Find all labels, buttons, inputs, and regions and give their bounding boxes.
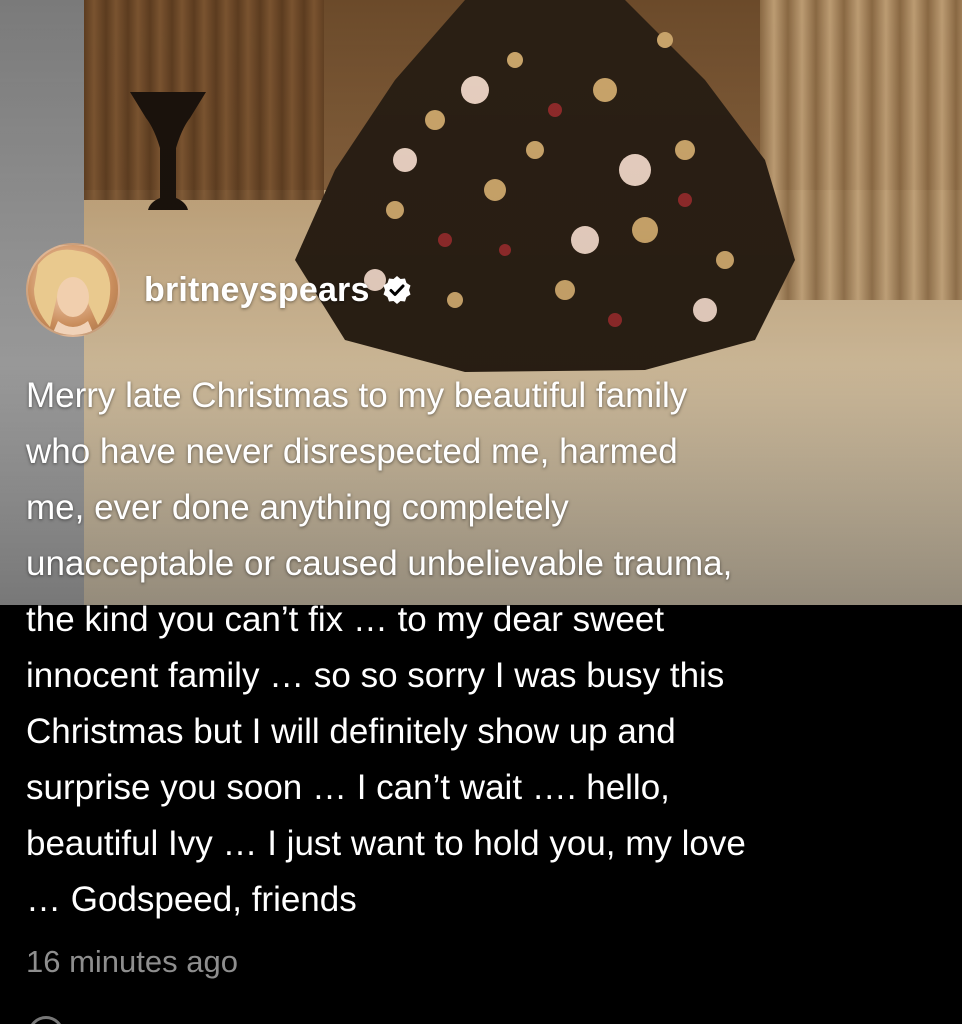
avatar[interactable]: [26, 243, 120, 337]
caption-line: innocent family … so so sorry I was busy…: [26, 656, 725, 695]
verified-badge-icon: [383, 276, 411, 304]
caption-line: Christmas but I will definitely show up …: [26, 712, 676, 751]
comment-avatar-icon[interactable]: [28, 1016, 64, 1024]
caption-line: who have never disrespected me, harmed: [26, 432, 678, 471]
post-timestamp: 16 minutes ago: [26, 944, 238, 979]
post-header: britneyspears: [26, 242, 412, 338]
caption-line: unacceptable or caused unbelievable trau…: [26, 544, 733, 583]
post-caption: Merry late Christmas to my beautiful fam…: [26, 368, 946, 928]
caption-line: … Godspeed, friends: [26, 880, 357, 919]
caption-line: Merry late Christmas to my beautiful fam…: [26, 376, 688, 415]
caption-line: surprise you soon … I can’t wait …. hell…: [26, 768, 670, 807]
caption-line: the kind you can’t fix … to my dear swee…: [26, 600, 665, 639]
caption-line: me, ever done anything completely: [26, 488, 569, 527]
username[interactable]: britneyspears: [144, 271, 370, 310]
post-screen: britneyspears Merry late Christmas to my…: [0, 0, 962, 1024]
caption-line: beautiful Ivy … I just want to hold you,…: [26, 824, 746, 863]
avatar-image: [34, 249, 111, 335]
